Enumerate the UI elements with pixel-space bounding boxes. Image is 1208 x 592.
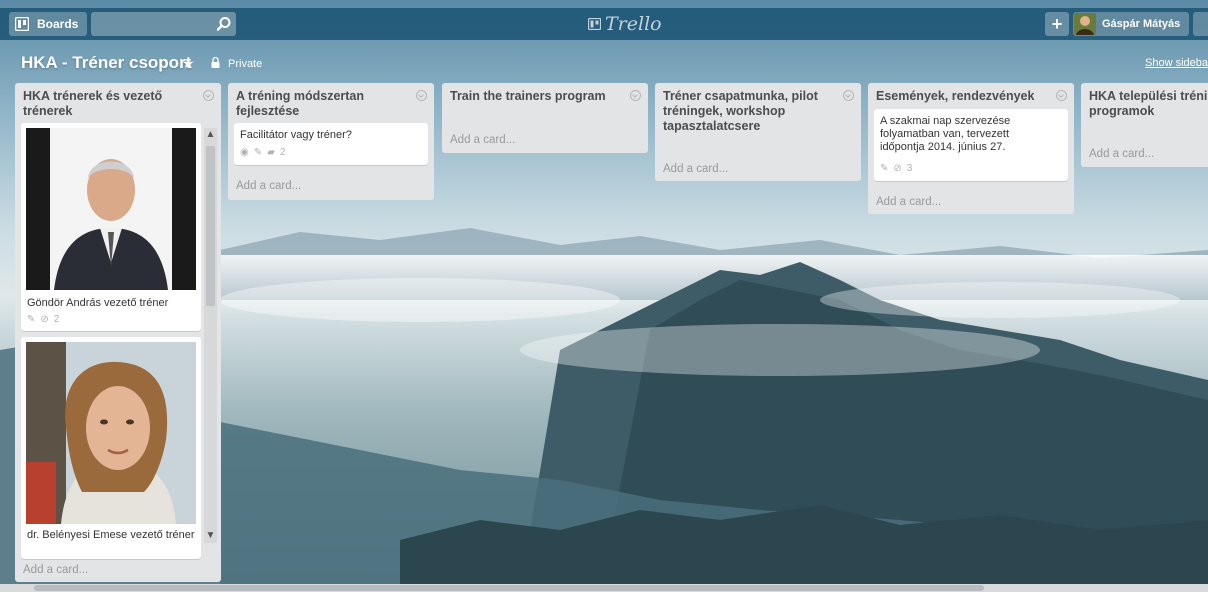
pencil-icon: ✎ bbox=[27, 314, 36, 325]
board-privacy[interactable]: Private bbox=[228, 58, 262, 70]
list-train-the-trainers: Train the trainers program Add a card... bbox=[442, 83, 648, 153]
list-scrollbar[interactable]: ▲ ▼ bbox=[204, 128, 217, 543]
search-icon[interactable] bbox=[216, 16, 232, 32]
scroll-down-icon[interactable]: ▼ bbox=[204, 529, 217, 543]
list-title[interactable]: Események, rendezvények bbox=[876, 89, 1051, 104]
attachment-count: 2 bbox=[53, 314, 60, 325]
card-cover-image bbox=[26, 128, 196, 290]
comment-count: 2 bbox=[279, 147, 286, 158]
list-title[interactable]: Train the trainers program bbox=[450, 89, 625, 104]
comment-icon: ▰ bbox=[267, 147, 275, 158]
add-button[interactable]: + bbox=[1045, 12, 1069, 36]
list-menu-icon[interactable] bbox=[630, 90, 641, 101]
member-name: Gáspár Mátyás bbox=[1102, 18, 1181, 30]
list-title[interactable]: HKA települési tréning programok bbox=[1089, 89, 1208, 119]
star-icon[interactable]: ★ bbox=[182, 55, 195, 72]
horizontal-scroll-thumb[interactable] bbox=[34, 585, 984, 591]
list-events: Események, rendezvények A szakmai nap sz… bbox=[868, 83, 1074, 214]
avatar bbox=[1074, 13, 1096, 35]
card-badges: ✎ ⊘ 3 bbox=[880, 163, 917, 175]
pencil-icon: ✎ bbox=[880, 163, 889, 174]
list-menu-icon[interactable] bbox=[416, 90, 427, 101]
list-card[interactable]: A szakmai nap szervezése folyamatban van… bbox=[874, 109, 1068, 181]
list-menu-icon[interactable] bbox=[203, 90, 214, 101]
list-card[interactable]: Facilitátor vagy tréner? ◉ ✎ ▰ 2 bbox=[234, 123, 428, 165]
list-trainers: HKA trénerek és vezető trénerek Göndör A… bbox=[15, 83, 221, 582]
card-title: Facilitátor vagy tréner? bbox=[240, 129, 352, 141]
pencil-icon: ✎ bbox=[253, 147, 263, 158]
search-input[interactable] bbox=[91, 12, 221, 36]
add-card-link[interactable]: Add a card... bbox=[236, 180, 301, 192]
list-menu-icon[interactable] bbox=[843, 90, 854, 101]
list-local-programs: HKA települési tréning programok Add a c… bbox=[1081, 83, 1208, 167]
list-title[interactable]: A tréning módszertan fejlesztése bbox=[236, 89, 406, 119]
card-badges: ✎ ⊘ 2 bbox=[27, 314, 64, 326]
search-box[interactable] bbox=[91, 12, 236, 36]
scroll-up-icon[interactable]: ▲ bbox=[204, 128, 217, 142]
board-horizontal-scrollbar[interactable] bbox=[0, 584, 1208, 592]
card-cover-image bbox=[26, 342, 196, 524]
logo-text: Trello bbox=[605, 13, 662, 35]
add-card-link[interactable]: Add a card... bbox=[23, 564, 88, 576]
card-title: Göndör András vezető tréner bbox=[27, 297, 169, 309]
card-badges: ◉ ✎ ▰ 2 bbox=[240, 147, 290, 159]
list-methodology: A tréning módszertan fejlesztése Facilit… bbox=[228, 83, 434, 200]
board-title[interactable]: HKA - Tréner csoport bbox=[21, 53, 191, 73]
add-card-link[interactable]: Add a card... bbox=[450, 134, 515, 146]
boards-icon bbox=[15, 17, 29, 31]
show-sidebar-link[interactable]: Show sidebar bbox=[1145, 57, 1208, 69]
add-card-link[interactable]: Add a card... bbox=[876, 196, 941, 208]
card-title: dr. Belényesi Emese vezető tréner bbox=[27, 529, 195, 541]
list-title[interactable]: HKA trénerek és vezető trénerek bbox=[23, 89, 193, 119]
scroll-thumb[interactable] bbox=[206, 146, 215, 306]
eye-icon: ◉ bbox=[240, 147, 249, 158]
list-card[interactable]: dr. Belényesi Emese vezető tréner bbox=[21, 337, 201, 559]
boards-button[interactable]: Boards bbox=[9, 12, 87, 36]
list-teamwork: Tréner csapatmunka, pilot tréningek, wor… bbox=[655, 83, 861, 181]
member-menu[interactable]: Gáspár Mátyás bbox=[1073, 12, 1189, 36]
add-card-link[interactable]: Add a card... bbox=[1089, 148, 1154, 160]
attachment-count: 3 bbox=[906, 163, 913, 174]
lock-icon bbox=[211, 57, 220, 68]
card-title: A szakmai nap szervezése folyamatban van… bbox=[880, 115, 1011, 153]
top-header: Boards Trello + Gáspár Mátyás bbox=[0, 8, 1208, 40]
boards-label: Boards bbox=[37, 17, 79, 31]
add-card-link[interactable]: Add a card... bbox=[663, 163, 728, 175]
paperclip-icon: ⊘ bbox=[893, 163, 902, 174]
list-card[interactable]: Göndör András vezető tréner ✎ ⊘ 2 bbox=[21, 123, 201, 331]
trello-logo-icon bbox=[588, 18, 601, 30]
paperclip-icon: ⊘ bbox=[40, 314, 49, 325]
list-menu-icon[interactable] bbox=[1056, 90, 1067, 101]
list-title[interactable]: Tréner csapatmunka, pilot tréningek, wor… bbox=[663, 89, 833, 134]
notifications-button[interactable] bbox=[1193, 12, 1208, 36]
